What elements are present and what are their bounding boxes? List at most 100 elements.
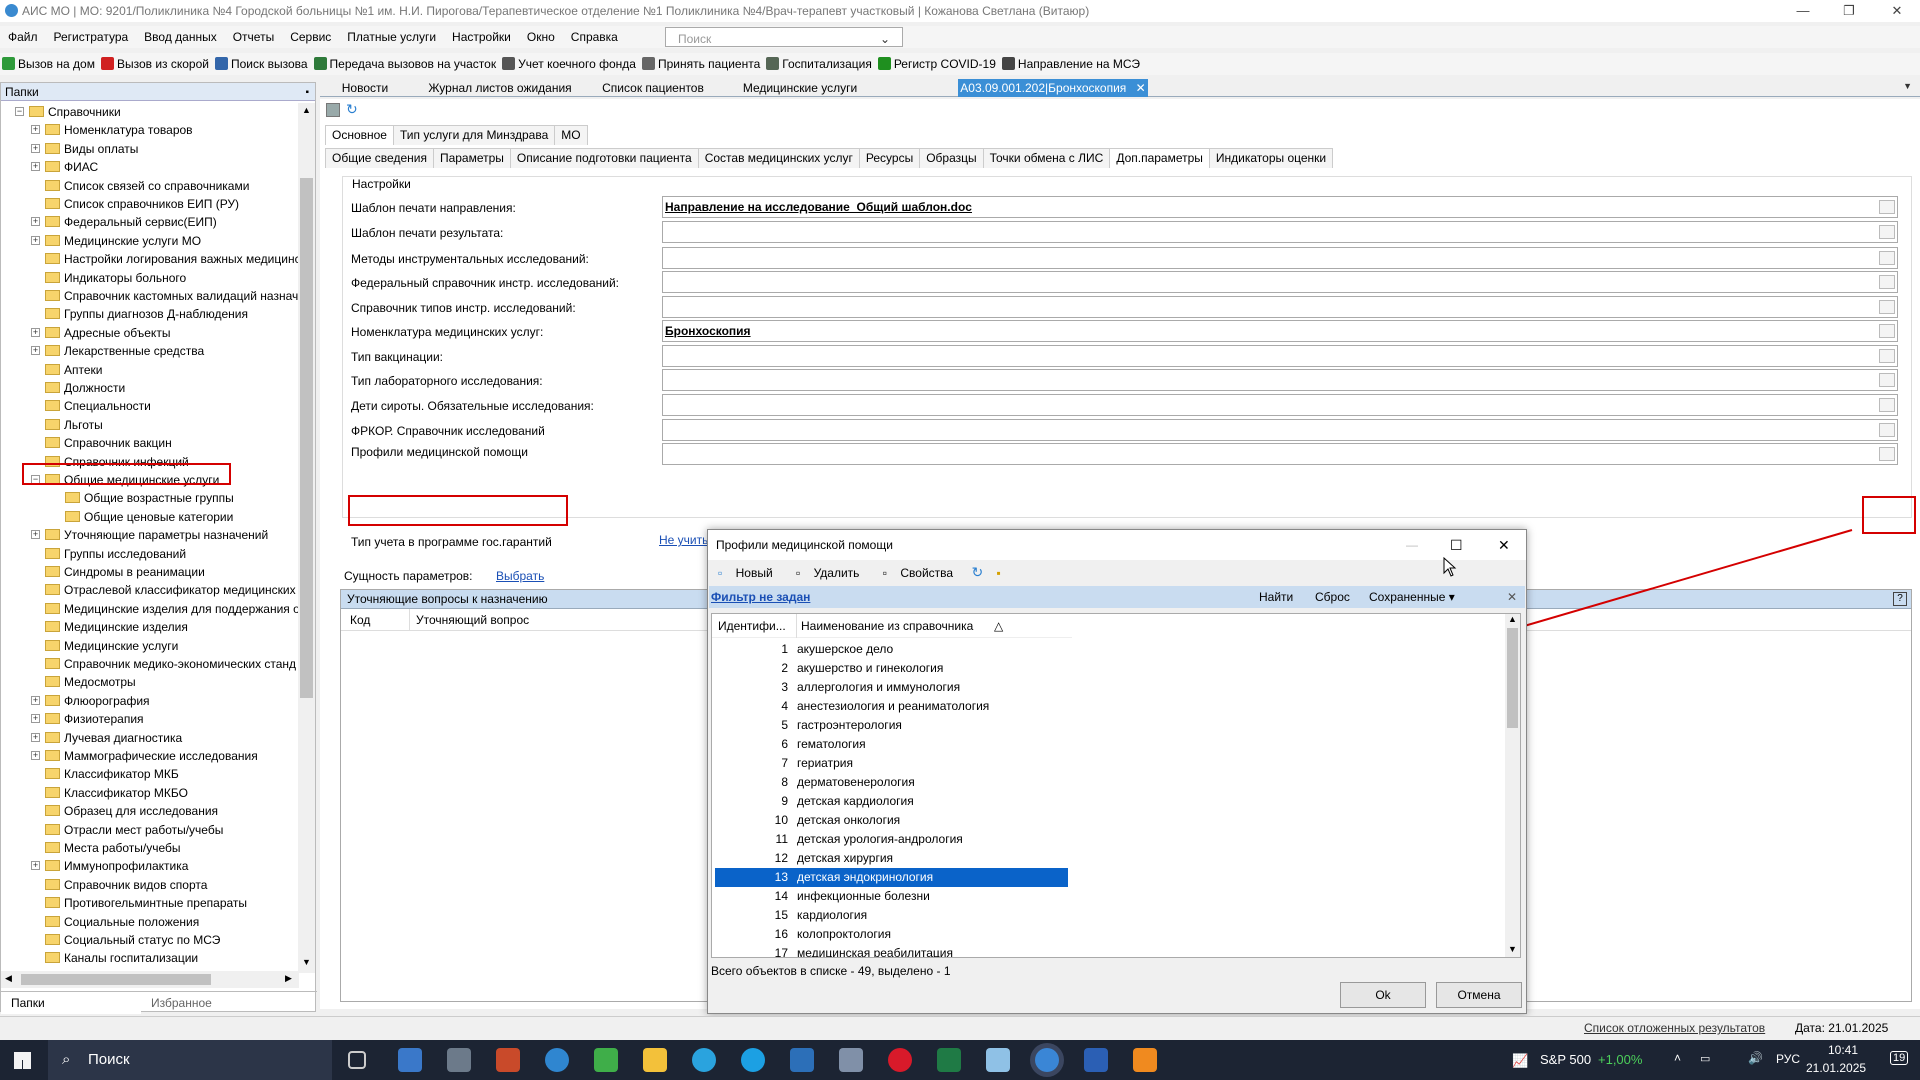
menu-item-1[interactable]: Регистратура [46, 26, 137, 48]
tree-item[interactable]: + Виды оплаты [31, 140, 138, 158]
tab-bronchoscopy[interactable]: A03.09.001.202|Бронхоскопия ✕ [958, 79, 1148, 97]
column-code[interactable]: Код [350, 609, 370, 631]
skype-icon[interactable] [741, 1048, 765, 1072]
menu-item-4[interactable]: Сервис [282, 26, 339, 48]
tree-item[interactable]: Образец для исследования [45, 802, 218, 820]
lookup-button[interactable] [1879, 423, 1895, 437]
list-item[interactable]: 2 акушерство и гинекология [715, 659, 1068, 678]
task-view-icon[interactable] [348, 1051, 366, 1069]
tree-item[interactable]: + Лекарственные средства [31, 342, 204, 360]
properties-button[interactable]: ▫ Свойства [873, 561, 963, 585]
tree-item[interactable]: Общие ценовые категории [65, 508, 233, 526]
excel-icon[interactable] [937, 1048, 961, 1072]
tree-item[interactable]: + Уточняющие параметры назначений [31, 526, 268, 544]
close-icon[interactable]: ✕ [1136, 81, 1146, 95]
saved-filters-button[interactable]: Сохраненные ▾ [1369, 586, 1455, 608]
app-icon-8[interactable] [790, 1048, 814, 1072]
list-item[interactable]: 3 аллергология и иммунология [715, 678, 1068, 697]
app-icon-13[interactable] [1035, 1048, 1059, 1072]
tree-item[interactable]: Медицинские изделия [45, 618, 188, 636]
tree-expander-icon[interactable]: + [31, 346, 40, 356]
tree-vertical-scrollbar[interactable]: ▲ ▼ [298, 103, 315, 973]
tree-item[interactable]: Список связей со справочниками [45, 177, 249, 195]
tree-item[interactable]: Медосмотры [45, 673, 136, 691]
list-item[interactable]: 10 детская онкология [715, 811, 1068, 830]
telegram-icon[interactable] [692, 1048, 716, 1072]
lookup-button[interactable] [1879, 447, 1895, 461]
tree-expander-icon[interactable]: − [15, 107, 24, 116]
list-item[interactable]: 8 дерматовенерология [715, 773, 1068, 792]
tab-folders[interactable]: Папки [1, 992, 141, 1014]
tree-item[interactable]: Синдромы в реанимации [45, 563, 205, 581]
list-item[interactable]: 17 медицинская реабилитация [715, 944, 1068, 957]
tree-item[interactable]: + Физиотерапия [31, 710, 144, 728]
tree-expander-icon[interactable]: + [31, 732, 40, 742]
list-item[interactable]: 9 детская кардиология [715, 792, 1068, 811]
tree-item[interactable]: Настройки логирования важных медицинс [45, 250, 299, 268]
field-input[interactable] [662, 296, 1898, 318]
new-button[interactable]: ▫ Новый [708, 561, 783, 585]
tree-item[interactable]: Отраслевой классификатор медицинских у [45, 581, 299, 599]
app-icon-5[interactable] [594, 1048, 618, 1072]
lookup-button[interactable] [1879, 225, 1895, 239]
tree-item[interactable]: Социальные положения [45, 913, 199, 931]
list-item[interactable]: 7 гериатрия [715, 754, 1068, 773]
tree-item[interactable]: − Справочники [15, 103, 121, 121]
field-input[interactable]: Бронхоскопия [662, 320, 1898, 342]
field-input[interactable] [662, 221, 1898, 243]
tree-item[interactable]: Места работы/учебы [45, 839, 181, 857]
field-input[interactable] [662, 271, 1898, 293]
field-input[interactable] [662, 419, 1898, 441]
tree-expander-icon[interactable]: + [31, 751, 40, 760]
field-input[interactable] [662, 394, 1898, 416]
essence-link[interactable]: Выбрать [496, 569, 544, 583]
tab-detail-3[interactable]: Состав медицинских услуг [697, 148, 860, 168]
minimize-button[interactable]: — [1780, 0, 1826, 22]
tree-expander-icon[interactable]: + [31, 217, 40, 227]
menu-item-2[interactable]: Ввод данных [136, 26, 225, 48]
menu-item-7[interactable]: Окно [519, 26, 563, 48]
list-scroll-thumb[interactable] [1507, 628, 1518, 728]
filter-link[interactable]: Фильтр не задан [711, 586, 810, 608]
tree-item[interactable]: Отрасли мест работы/учебы [45, 821, 223, 839]
lookup-button[interactable] [1879, 275, 1895, 289]
folder-icon[interactable]: ▪ [992, 561, 1006, 585]
windows-start-icon[interactable] [14, 1052, 31, 1069]
tray-chevron-icon[interactable]: ˄ [1674, 1051, 1681, 1065]
list-item[interactable]: 13 детская эндокринология [715, 868, 1068, 887]
column-name[interactable]: Наименование из справочника [796, 614, 973, 638]
tree-item[interactable]: Список справочников ЕИП (РУ) [45, 195, 239, 213]
list-item[interactable]: 11 детская урология-андрология [715, 830, 1068, 849]
lookup-button[interactable] [1879, 200, 1895, 214]
taskbar-search[interactable]: ⌕ Поиск [48, 1040, 332, 1080]
field-input[interactable] [662, 443, 1898, 465]
tree-item[interactable]: + Иммунопрофилактика [31, 857, 188, 875]
lookup-button[interactable] [1879, 373, 1895, 387]
scroll-down-icon[interactable]: ▼ [302, 957, 311, 967]
tree-expander-icon[interactable]: + [31, 695, 40, 705]
reset-button[interactable]: Сброс [1315, 586, 1350, 608]
refresh-icon[interactable]: ↻ [966, 560, 988, 584]
scroll-up-icon[interactable]: ▲ [1508, 614, 1517, 624]
chevron-down-icon[interactable]: ⌄ [872, 28, 898, 50]
lookup-button[interactable] [1879, 398, 1895, 412]
save-icon[interactable] [326, 103, 340, 117]
tree-item[interactable]: Индикаторы больного [45, 269, 186, 287]
tree-item[interactable]: Справочник медико-экономических станд [45, 655, 296, 673]
volume-icon[interactable]: 🔊 [1748, 1051, 1763, 1065]
tree-item[interactable]: Справочник вакцин [45, 434, 172, 452]
tab-main-2[interactable]: МО [554, 125, 588, 145]
scroll-left-icon[interactable]: ◀ [5, 973, 12, 984]
toolbar-button-0[interactable]: Вызов на дом [0, 53, 99, 75]
column-id[interactable]: Идентифи... [718, 614, 786, 638]
tab-detail-7[interactable]: Доп.параметры [1109, 148, 1210, 168]
app-icon-12[interactable] [986, 1048, 1010, 1072]
refresh-icon[interactable]: ↻ [346, 101, 358, 118]
scroll-right-icon[interactable]: ▶ [285, 973, 292, 984]
dialog-close-button[interactable]: ✕ [1498, 530, 1510, 560]
tab-detail-1[interactable]: Параметры [432, 148, 511, 168]
tree-expander-icon[interactable]: + [31, 162, 40, 172]
list-item[interactable]: 1 акушерское дело [715, 640, 1068, 659]
network-icon[interactable]: ▭ [1700, 1052, 1710, 1065]
tree-item[interactable]: Классификатор МКБО [45, 784, 188, 802]
